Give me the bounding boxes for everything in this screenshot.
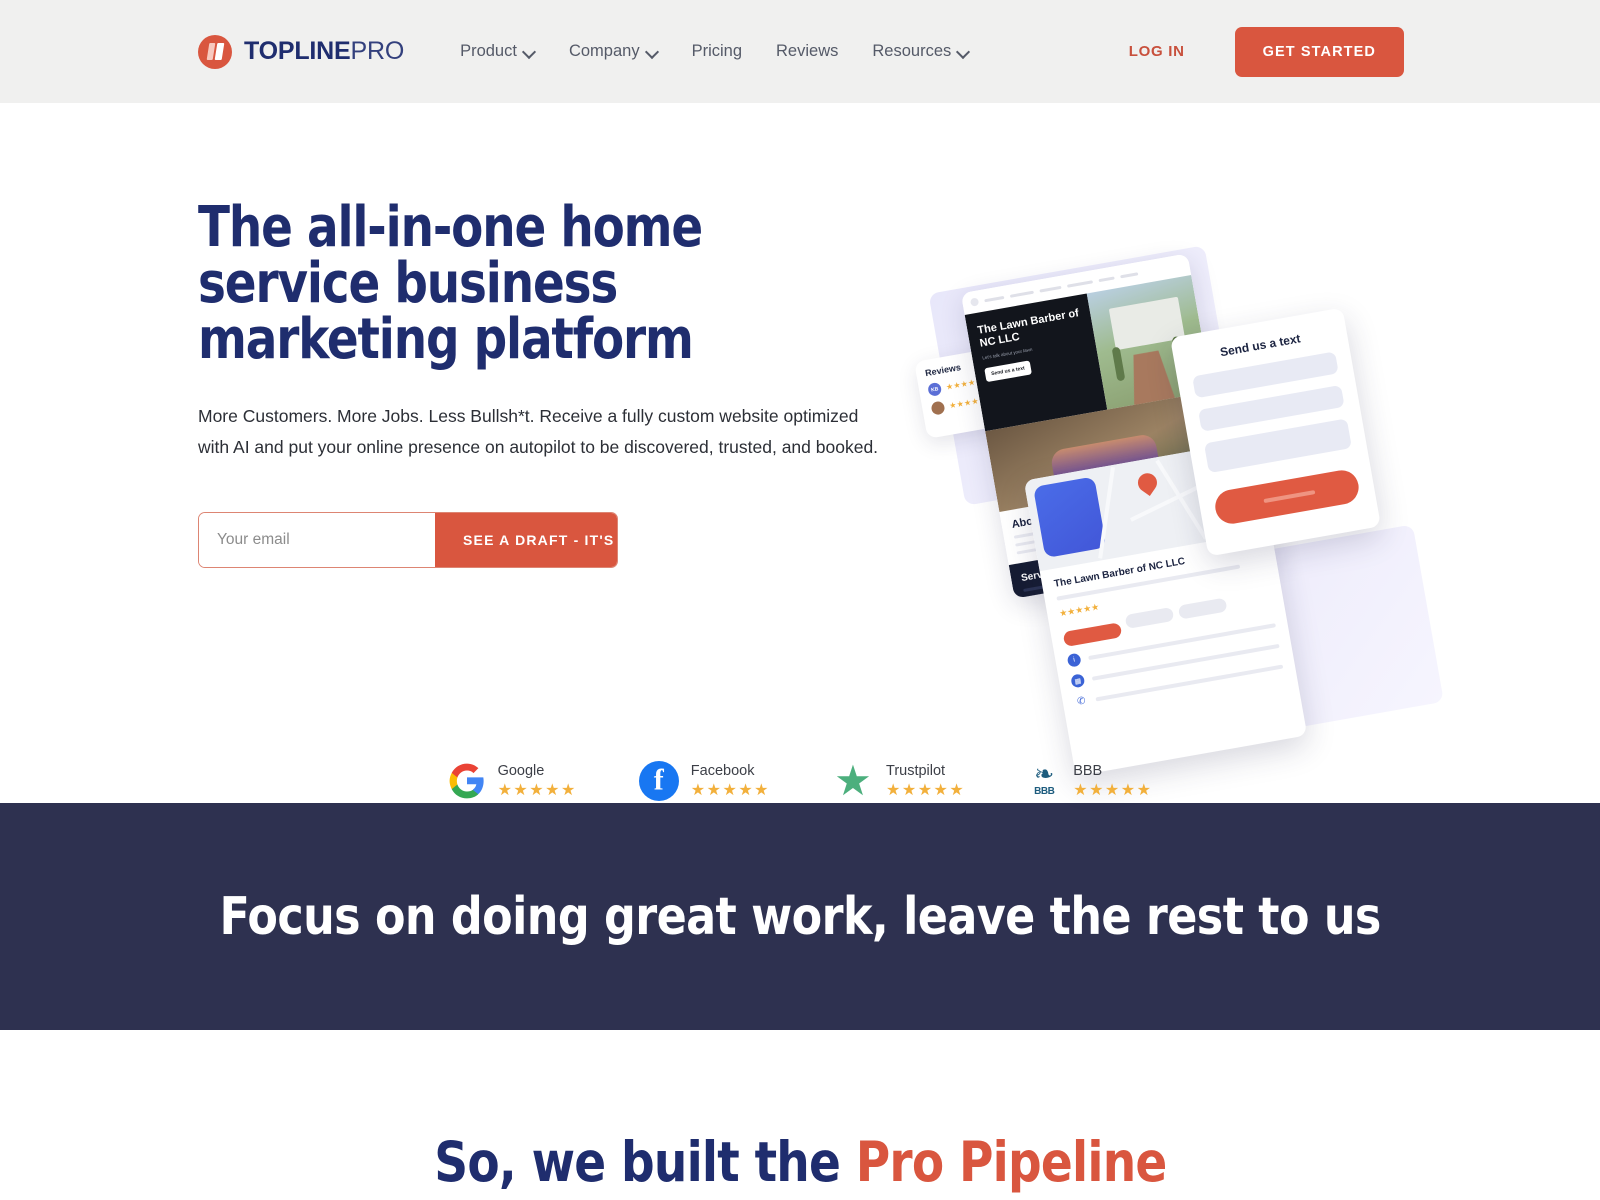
- nav-label-company: Company: [568, 42, 640, 60]
- nav-item-pricing[interactable]: Pricing: [692, 42, 742, 61]
- header-actions: LOG IN GET STARTED: [1129, 26, 1404, 77]
- nav-label-reviews: Reviews: [776, 42, 839, 60]
- tagline-banner: Focus on doing great work, leave the res…: [0, 803, 1600, 1030]
- mockup-nav-link: [1098, 275, 1115, 282]
- review-badges-row: Google ★★★★★ Facebook ★★★★★ ★ Trustpilot…: [0, 757, 1600, 804]
- mockup-nav-link: [1066, 279, 1093, 288]
- nav-item-resources[interactable]: Resources: [872, 42, 969, 61]
- phone-icon: ✆: [1073, 693, 1089, 710]
- badge-name: Facebook: [690, 763, 755, 779]
- badge-stars: ★★★★★: [497, 782, 577, 799]
- map-highlight-area: [1033, 476, 1107, 559]
- badge-google[interactable]: Google ★★★★★: [448, 761, 577, 801]
- mockup-nav-link: [1120, 271, 1139, 278]
- map-pin-icon: [1134, 469, 1161, 496]
- avatar: [930, 400, 946, 416]
- chevron-down-icon: [958, 46, 969, 57]
- brand-logo[interactable]: TOPLINEPRO: [198, 34, 404, 69]
- chevron-down-icon: [647, 46, 658, 57]
- badge-stars: ★★★★★: [690, 782, 770, 799]
- chevron-down-icon: [524, 46, 535, 57]
- badge-name: Google: [497, 763, 545, 779]
- brand-name-light: PRO: [350, 37, 405, 65]
- info-icon: i: [1066, 652, 1082, 668]
- nav-item-reviews[interactable]: Reviews: [776, 42, 838, 61]
- hero-section: The all-in-one home service business mar…: [0, 103, 1600, 803]
- bbb-flame-glyph: ❧: [1034, 761, 1055, 789]
- hero-title: The all-in-one home service business mar…: [198, 195, 703, 372]
- hero-subtitle: More Customers. More Jobs. Less Bullsh*t…: [198, 406, 879, 457]
- mockup-send-text-button: Send us a text: [984, 360, 1032, 383]
- secondary-action-button: [1177, 597, 1228, 620]
- avatar: KB: [927, 381, 943, 397]
- mockup-logo-icon: [969, 297, 980, 307]
- map-road: [1098, 466, 1115, 559]
- badge-bbb[interactable]: ❧ BBB BBB ★★★★★: [1027, 761, 1152, 801]
- send-button-placeholder: [1212, 467, 1362, 527]
- email-signup-form: SEE A DRAFT - IT'S FREE: [198, 512, 618, 569]
- google-logo-icon: [448, 762, 486, 800]
- email-input[interactable]: [199, 513, 435, 568]
- brand-name-bold: TOPLINE: [244, 37, 351, 65]
- bbb-logo-icon: ❧ BBB: [1027, 761, 1061, 801]
- facebook-logo-icon: [638, 761, 679, 801]
- badge-stars: ★★★★★: [886, 782, 966, 799]
- nav-item-product[interactable]: Product: [460, 42, 535, 61]
- log-in-link[interactable]: LOG IN: [1129, 43, 1185, 60]
- collage-send-text-card: Send us a text: [1170, 307, 1381, 557]
- pro-pipeline-accent: Pro Pipeline: [855, 1130, 1167, 1194]
- brand-wordmark: TOPLINEPRO: [244, 37, 404, 66]
- mockup-nav-link: [1039, 285, 1062, 293]
- trustpilot-logo-icon: ★: [832, 757, 874, 804]
- badge-name: BBB: [1073, 763, 1103, 779]
- get-started-button[interactable]: GET STARTED: [1234, 26, 1404, 77]
- pro-pipeline-lead: So, we built the: [433, 1130, 856, 1194]
- tagline-text: Focus on doing great work, leave the res…: [219, 886, 1381, 947]
- badge-trustpilot[interactable]: ★ Trustpilot ★★★★★: [832, 757, 965, 804]
- building-icon: ▦: [1070, 673, 1086, 689]
- badge-text: Trustpilot ★★★★★: [886, 763, 965, 799]
- badge-text: Facebook ★★★★★: [691, 763, 770, 799]
- see-a-draft-button[interactable]: SEE A DRAFT - IT'S FREE: [435, 513, 617, 568]
- primary-action-button: [1062, 622, 1123, 648]
- bbb-wordmark: BBB: [1034, 785, 1055, 797]
- nav-label-pricing: Pricing: [691, 42, 743, 60]
- mockup-nav-link: [1009, 290, 1034, 298]
- hero-product-collage: Reviews KB ★★★★★ ★★★★★ The Lawn Barber o…: [900, 245, 1444, 777]
- main-navigation: Product Company Pricing Reviews Resource…: [460, 42, 969, 61]
- site-header: TOPLINEPRO Product Company Pricing Revie…: [0, 0, 1600, 103]
- badge-text: Google ★★★★★: [498, 763, 577, 799]
- mockup-hero-copy: The Lawn Barber of NC LLC Let's talk abo…: [964, 293, 1108, 432]
- badge-stars: ★★★★★: [1073, 782, 1153, 799]
- nav-item-company[interactable]: Company: [569, 42, 658, 61]
- nav-label-resources: Resources: [872, 42, 952, 60]
- badge-name: Trustpilot: [886, 763, 946, 779]
- mockup-nav-link: [984, 295, 1005, 302]
- hero-copy: The all-in-one home service business mar…: [198, 195, 908, 569]
- tree-image: [1111, 346, 1126, 382]
- badge-facebook[interactable]: Facebook ★★★★★: [638, 761, 770, 801]
- nav-label-product: Product: [460, 42, 517, 60]
- pro-pipeline-heading: So, we built the Pro Pipeline: [433, 1130, 1167, 1194]
- pro-pipeline-section: So, we built the Pro Pipeline: [0, 1030, 1600, 1200]
- topline-logo-mark-icon: [198, 34, 232, 69]
- trustpilot-star-glyph: ★: [834, 757, 872, 804]
- secondary-action-button: [1124, 606, 1175, 629]
- badge-text: BBB ★★★★★: [1073, 763, 1152, 799]
